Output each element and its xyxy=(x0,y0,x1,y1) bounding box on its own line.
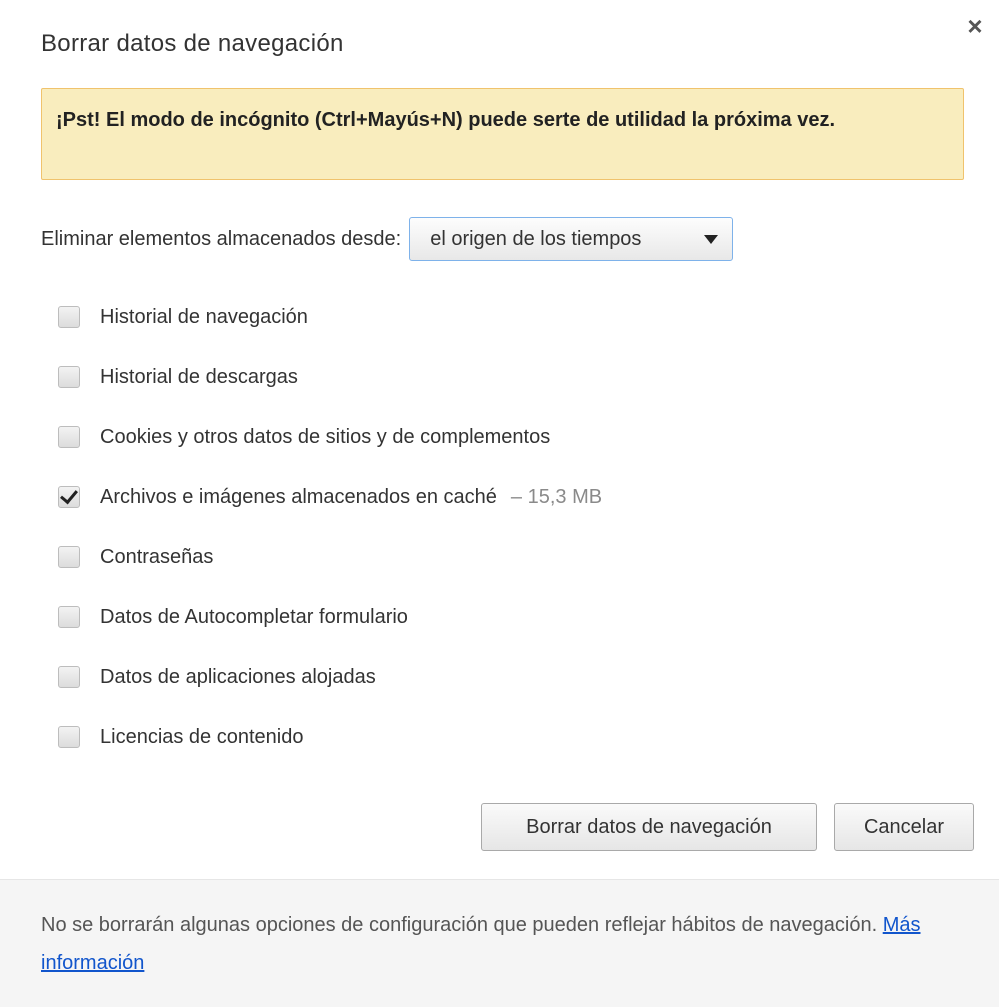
incognito-tip-banner: ¡Pst! El modo de incógnito (Ctrl+Mayús+N… xyxy=(41,88,964,180)
footer-text: No se borrarán algunas opciones de confi… xyxy=(41,914,878,936)
option-cookies[interactable]: Cookies y otros datos de sitios y de com… xyxy=(58,407,602,467)
checkbox-cookies[interactable] xyxy=(58,426,80,448)
option-label: Historial de descargas xyxy=(100,365,298,388)
option-download-history[interactable]: Historial de descargas xyxy=(58,347,602,407)
checkbox-download-history[interactable] xyxy=(58,366,80,388)
option-content-licenses[interactable]: Licencias de contenido xyxy=(58,707,602,767)
option-label: Licencias de contenido xyxy=(100,725,304,748)
chevron-down-icon xyxy=(704,234,719,244)
clear-data-button[interactable]: Borrar datos de navegación xyxy=(481,803,817,851)
checkbox-passwords[interactable] xyxy=(58,546,80,568)
option-label: Historial de navegación xyxy=(100,305,308,328)
checkbox-browsing-history[interactable] xyxy=(58,306,80,328)
checkbox-cache[interactable] xyxy=(58,486,80,508)
time-period-row: Eliminar elementos almacenados desde: el… xyxy=(41,216,734,262)
close-icon[interactable]: × xyxy=(963,13,987,39)
option-hosted-apps[interactable]: Datos de aplicaciones alojadas xyxy=(58,647,602,707)
option-label: Datos de aplicaciones alojadas xyxy=(100,665,376,688)
option-label: Cookies y otros datos de sitios y de com… xyxy=(100,425,551,448)
option-label: Datos de Autocompletar formulario xyxy=(100,605,408,628)
option-label: Contraseñas xyxy=(100,545,214,568)
checkbox-autofill[interactable] xyxy=(58,606,80,628)
time-period-value: el origen de los tiempos xyxy=(430,227,642,250)
checkbox-content-licenses[interactable] xyxy=(58,726,80,748)
option-cache[interactable]: Archivos e imágenes almacenados en caché… xyxy=(58,467,602,527)
data-type-options: Historial de navegación Historial de des… xyxy=(58,287,602,767)
footer-note: No se borrarán algunas opciones de confi… xyxy=(41,906,941,982)
dialog-title: Borrar datos de navegación xyxy=(41,30,344,57)
cancel-button[interactable]: Cancelar xyxy=(834,803,974,851)
dialog-footer: No se borrarán algunas opciones de confi… xyxy=(0,879,999,1007)
option-passwords[interactable]: Contraseñas xyxy=(58,527,602,587)
clear-browsing-data-dialog: Borrar datos de navegación × ¡Pst! El mo… xyxy=(0,0,999,1007)
time-period-label: Eliminar elementos almacenados desde: xyxy=(41,227,402,250)
cache-size-info: – 15,3 MB xyxy=(510,485,603,508)
option-autofill[interactable]: Datos de Autocompletar formulario xyxy=(58,587,602,647)
option-browsing-history[interactable]: Historial de navegación xyxy=(58,287,602,347)
time-period-select[interactable]: el origen de los tiempos xyxy=(409,217,734,261)
option-label: Archivos e imágenes almacenados en caché xyxy=(100,485,497,508)
checkbox-hosted-apps[interactable] xyxy=(58,666,80,688)
